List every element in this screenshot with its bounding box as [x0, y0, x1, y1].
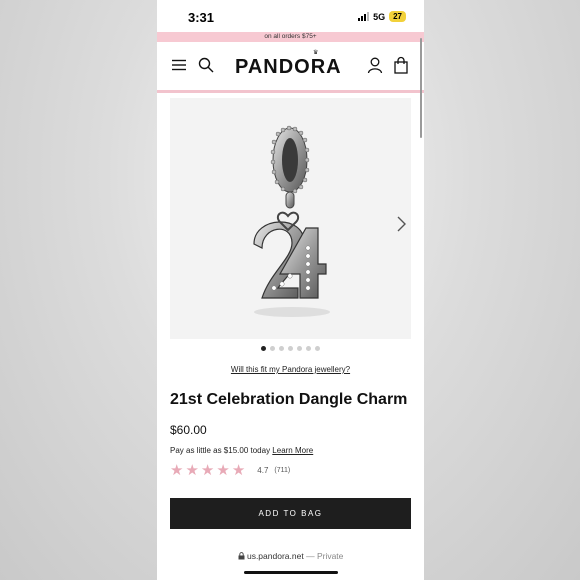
- scrollbar[interactable]: [420, 38, 422, 138]
- star-icon: ★: [185, 462, 199, 479]
- promo-banner[interactable]: on all orders $75+: [157, 32, 424, 42]
- bag-icon[interactable]: [392, 56, 410, 74]
- status-right: 5G 27: [358, 11, 406, 22]
- pay-later-info: Pay as little as $15.00 today Learn More: [170, 446, 313, 455]
- lock-icon: [238, 552, 245, 560]
- menu-icon[interactable]: [170, 56, 188, 74]
- browser-url-bar[interactable]: us.pandora.net — Private: [157, 551, 424, 561]
- product-image-carousel[interactable]: [170, 98, 411, 339]
- product-title: 21st Celebration Dangle Charm: [170, 391, 408, 408]
- search-icon[interactable]: [197, 56, 215, 74]
- star-icon: ★: [170, 462, 184, 479]
- carousel-dot[interactable]: [288, 346, 293, 351]
- carousel-dot[interactable]: [261, 346, 266, 351]
- star-icon: ★: [216, 462, 230, 479]
- crown-icon: ♛: [313, 50, 319, 56]
- pandora-logo[interactable]: PANDORA: [235, 56, 342, 79]
- url-separator: —: [306, 551, 315, 561]
- star-icon: ★: [231, 462, 246, 479]
- home-indicator[interactable]: [244, 571, 338, 574]
- star-icon: ★: [200, 462, 215, 479]
- account-icon[interactable]: [366, 56, 384, 74]
- carousel-dot[interactable]: [306, 346, 311, 351]
- signal-icon: [358, 12, 370, 21]
- promo-text: on all orders $75+: [264, 33, 317, 40]
- pay-later-text: Pay as little as $15.00 today: [170, 446, 271, 455]
- private-mode-label: Private: [316, 551, 344, 561]
- carousel-dot[interactable]: [297, 346, 302, 351]
- phone-screen: 3:31 5G 27 on all orders $75+ ♛ PANDORA: [157, 0, 424, 580]
- carousel-dot[interactable]: [270, 346, 275, 351]
- network-label: 5G: [373, 11, 386, 22]
- url-text: us.pandora.net: [246, 551, 304, 561]
- fit-check-link[interactable]: Will this fit my Pandora jewellery?: [157, 365, 424, 374]
- carousel-dot[interactable]: [279, 346, 284, 351]
- product-rating[interactable]: ★ ★ ★ ★ ★ 4.7 (711): [170, 463, 290, 478]
- rating-value: 4.7: [257, 466, 269, 475]
- status-time: 3:31: [188, 10, 215, 25]
- battery-indicator: 27: [389, 11, 406, 22]
- add-to-bag-button[interactable]: ADD TO BAG: [170, 498, 411, 529]
- charm-image: [253, 125, 330, 317]
- learn-more-link[interactable]: Learn More: [272, 446, 313, 455]
- rating-count: (711): [274, 467, 291, 474]
- status-bar: 3:31 5G 27: [157, 0, 424, 32]
- carousel-dot[interactable]: [315, 346, 320, 351]
- product-price: $60.00: [170, 423, 207, 437]
- site-header: ♛ PANDORA: [157, 42, 424, 93]
- carousel-dots: [157, 346, 424, 351]
- chevron-right-icon[interactable]: [395, 216, 407, 232]
